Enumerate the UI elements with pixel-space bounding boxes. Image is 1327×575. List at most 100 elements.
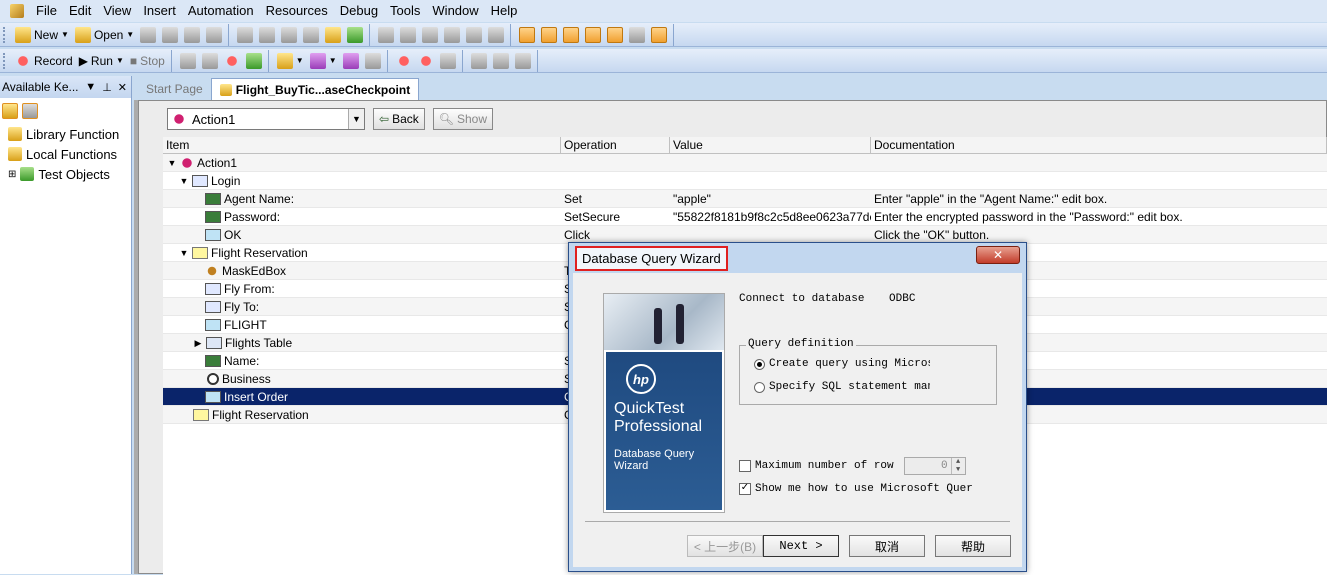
radio-unselected[interactable] [754,381,765,393]
replace-button[interactable] [485,25,507,45]
stepper-arrows-icon[interactable]: ▲ ▼ [950,458,965,474]
test-flow-button[interactable] [516,25,538,45]
table-row[interactable]: Agent Name: Set "apple" Enter "apple" in t… [163,190,1327,208]
table-row[interactable]: Password: SetSecure "55822f8181b9f8c2c5d8… [163,208,1327,226]
redo-button[interactable] [397,25,419,45]
table-row[interactable]: ▼ Action1 [163,154,1327,172]
pointer-button[interactable] [199,51,221,71]
menu-debug[interactable]: Debug [334,0,384,22]
collapse-icon[interactable]: ▼ [167,154,177,171]
radio-selected[interactable] [754,358,765,370]
automation-toolbar: Record ▶ Run ▼ ■ Stop ▼ ▼ [0,49,1327,73]
properties-button[interactable] [300,25,322,45]
max-rows-stepper[interactable]: 0 ▲ ▼ [903,457,966,475]
data-table-button[interactable] [582,25,604,45]
max-rows-checkbox[interactable] [739,460,751,472]
menu-view[interactable]: View [97,0,137,22]
collapse-icon[interactable]: ▼ [179,244,189,261]
menu-tools[interactable]: Tools [384,0,426,22]
expand-icon[interactable]: ▶ [193,334,203,351]
print-preview-icon [206,26,223,43]
paste-button[interactable] [278,25,300,45]
resources-pane-button[interactable] [560,25,582,45]
column-operation[interactable]: Operation [561,137,670,153]
grid-view-icon[interactable] [22,103,38,119]
menu-edit[interactable]: Edit [63,0,97,22]
tab-flight-test[interactable]: Flight_BuyTic...aseCheckpoint [210,78,420,100]
step-button[interactable] [221,51,243,71]
checkpoint-button[interactable] [243,51,265,71]
undo-button[interactable] [375,25,397,45]
object-repository-button[interactable] [538,25,560,45]
debug-group [390,49,463,72]
cut-button[interactable] [234,25,256,45]
stop-button[interactable]: ■ Stop [127,51,168,71]
step-out-button[interactable] [437,51,459,71]
column-documentation[interactable]: Documentation [871,137,1327,153]
back-button[interactable]: ⇦ Back [373,108,425,130]
debug-viewer-button[interactable] [626,25,648,45]
create-query-option[interactable]: Create query using Microsoft [754,358,930,370]
tab-start-page[interactable]: Start Page [138,78,211,100]
expand-icon[interactable]: ⊞ [8,169,16,180]
save-button[interactable] [137,25,159,45]
object-spy-button[interactable] [177,51,199,71]
step-over-button[interactable] [415,51,437,71]
new-action-button[interactable] [340,51,362,71]
settings-button[interactable] [512,51,534,71]
split-action-button[interactable] [362,51,384,71]
collapse-icon[interactable]: ▼ [179,172,189,189]
tree-item-library-functions[interactable]: Library Function [8,124,131,144]
show-button[interactable]: 🔍︎ Show [432,108,494,130]
show-me-checkbox[interactable]: ✓ [739,483,751,495]
tree-item-local-functions[interactable]: Local Functions [8,144,131,164]
connect-value: ODBC [889,293,916,305]
print-button[interactable] [181,25,203,45]
save-all-button[interactable] [159,25,181,45]
cancel-button[interactable]: 取消 [849,535,925,557]
copy-button[interactable] [256,25,278,45]
next-button[interactable]: Next > [763,535,839,557]
back-button[interactable]: < 上一步(B) [687,535,763,557]
insert-step-button[interactable]: ▼ [274,51,307,71]
active-screen-button[interactable] [604,25,626,45]
back-arrow-icon: ⇦ [379,112,390,126]
insert-object-button[interactable]: ▼ [307,51,340,71]
print-preview-button[interactable] [203,25,225,45]
options-button[interactable] [490,51,512,71]
close-icon[interactable]: ✕ [118,81,127,94]
results-button[interactable] [468,51,490,71]
close-button[interactable]: ✕ [976,246,1020,264]
check-button[interactable] [344,25,366,45]
specify-sql-option[interactable]: Specify SQL statement manu [754,381,930,393]
toolbar-grip[interactable] [3,26,6,43]
new-button[interactable]: New ▼ [12,25,72,45]
menu-help[interactable]: Help [485,0,524,22]
missing-resources-button[interactable] [648,25,670,45]
list-view-icon[interactable] [2,103,18,119]
chevron-down-icon[interactable]: ▼ [348,109,364,129]
help-button[interactable]: 帮助 [935,535,1011,557]
find-button[interactable] [463,25,485,45]
tree-item-test-objects[interactable]: ⊞ Test Objects [8,164,131,184]
menu-resources[interactable]: Resources [260,0,334,22]
step-into-button[interactable] [393,51,415,71]
data-table-icon [585,26,602,43]
table-row[interactable]: ▼ Login [163,172,1327,190]
open-button[interactable]: Open ▼ [72,25,137,45]
menu-file[interactable]: File [30,0,63,22]
menu-window[interactable]: Window [426,0,484,22]
run-button[interactable]: ▶ Run ▼ [76,51,127,71]
column-value[interactable]: Value [670,137,871,153]
action-selector[interactable]: Action1 ▼ [167,108,365,130]
pane-menu-icon[interactable]: ▼ [85,81,96,94]
record-button[interactable]: Record [12,51,76,71]
menu-automation[interactable]: Automation [182,0,260,22]
toolbar-grip[interactable] [3,52,6,69]
comment-button[interactable] [419,25,441,45]
column-item[interactable]: Item [163,137,561,153]
pin-icon[interactable]: ⊥ [102,81,112,94]
resources-button[interactable] [322,25,344,45]
uncomment-button[interactable] [441,25,463,45]
menu-insert[interactable]: Insert [137,0,182,22]
